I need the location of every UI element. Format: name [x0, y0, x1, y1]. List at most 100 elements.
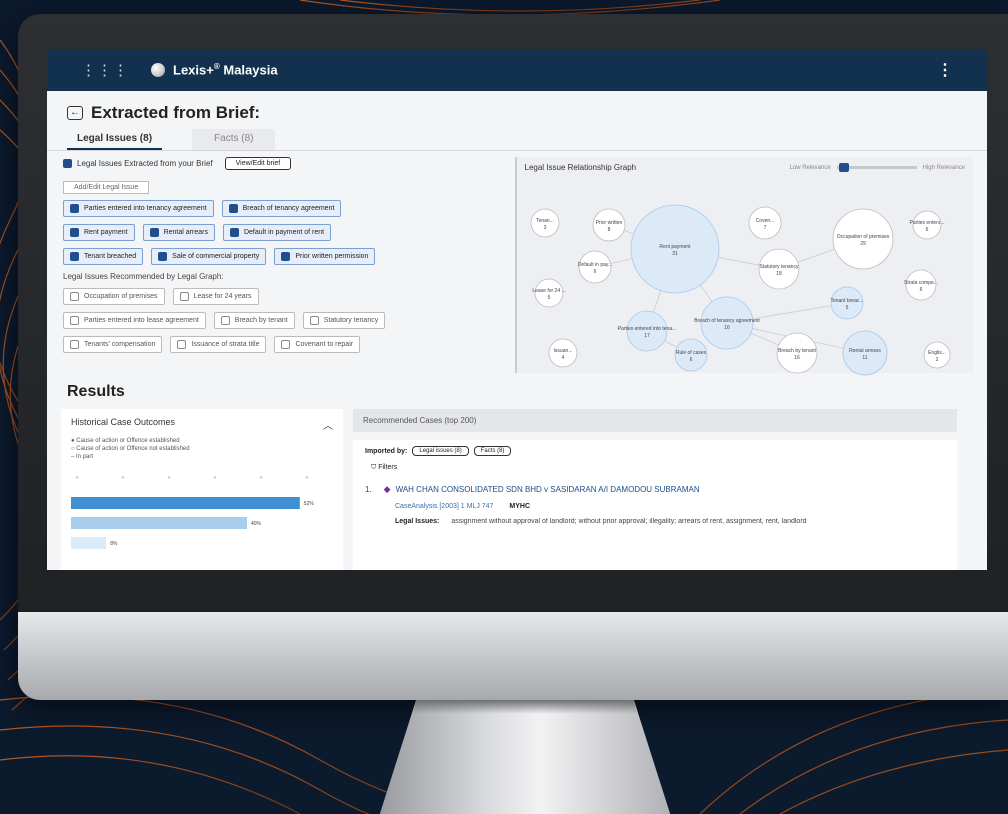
chip-row: Parties entered into tenancy agreement Br… [63, 200, 503, 217]
case-number: 1. [365, 485, 372, 494]
issue-checkbox[interactable] [309, 316, 319, 325]
relevance-slider[interactable] [836, 163, 917, 172]
graph-node-label: Breach of tenancy agreement [694, 318, 760, 324]
graph-node[interactable]: Prior written8 [592, 208, 625, 242]
recommended-issue-chip[interactable]: Tenants' compensation [63, 336, 163, 353]
graph-node[interactable]: Englis...2 [923, 341, 950, 369]
outcome-bar[interactable] [71, 497, 300, 509]
graph-node-count: 6 [925, 227, 928, 233]
facts-pill[interactable]: Facts (8) [473, 446, 512, 456]
cases-list: Imported by: Legal issues (8) Facts (8) … [353, 440, 957, 570]
graph-node[interactable]: Parties enters...6 [909, 210, 944, 240]
graph-node[interactable]: Tenant breac...5 [830, 286, 863, 320]
filters-button[interactable]: ⛉ Filters [371, 464, 945, 472]
relevance-slider-group: Low Relevance High Relevance [790, 163, 965, 172]
recommended-issue-chip[interactable]: Occupation of premises [63, 288, 165, 305]
chip-row: Occupation of premises Lease for 24 years [63, 288, 503, 305]
graph-node-count: 16 [794, 355, 800, 361]
graph-node[interactable]: Rental arrears11 [842, 330, 887, 376]
recommended-issue-chip[interactable]: Parties entered into lease agreement [63, 312, 206, 329]
issue-checkbox[interactable] [70, 292, 79, 301]
issue-checkbox[interactable] [179, 292, 189, 301]
recommended-cases-tab[interactable]: Recommended Cases (top 200) [353, 409, 957, 432]
graph-node[interactable]: Default in pay...6 [577, 250, 612, 284]
graph-node[interactable]: Breach of tenancy agreement16 [694, 296, 760, 350]
apps-grid-icon[interactable]: ⋮⋮⋮ [81, 61, 129, 79]
slider-knob[interactable] [838, 163, 849, 172]
issue-checkbox[interactable] [149, 228, 159, 237]
extracted-issue-chip[interactable]: Parties entered into tenancy agreement [63, 200, 214, 217]
recommended-issue-chip[interactable]: Lease for 24 years [172, 288, 259, 305]
graph-node[interactable]: Statutory tenancy18 [758, 248, 799, 290]
graph-node[interactable]: Tenan...3 [530, 208, 559, 238]
issue-checkbox[interactable] [70, 204, 79, 213]
extracted-issue-chip[interactable]: Sale of commercial property [151, 248, 267, 265]
tab-facts[interactable]: Facts (8) [192, 129, 276, 150]
case-row[interactable]: 1. ◆ WAH CHAN CONSOLIDATED SDN BHD v SAS… [365, 484, 945, 495]
extracted-issue-chip[interactable]: Breach of tenancy agreement [221, 200, 342, 217]
graph-node[interactable]: Parties entered into tena...17 [617, 310, 676, 352]
graph-node[interactable]: Issuan...4 [548, 338, 577, 368]
issue-checkbox[interactable] [229, 228, 239, 237]
graph-node-label: Rent payment [659, 244, 691, 250]
graph-node[interactable]: Occupation of premises29 [832, 208, 893, 270]
recommended-issue-chip[interactable]: Statutory tenancy [302, 312, 386, 329]
graph-node-count: 5 [547, 295, 550, 301]
monitor-chin [18, 612, 1008, 700]
add-edit-legal-issue-button[interactable]: Add/Edit Legal Issue [63, 181, 150, 194]
graph-node[interactable]: Coven...7 [748, 206, 781, 240]
issue-checkbox[interactable] [70, 316, 79, 325]
issue-label: Tenants' compensation [84, 341, 156, 348]
graph-node-label: Rental arrears [849, 348, 881, 354]
case-meta: CaseAnalysis [2003] 1 MLJ 747 MYHC [395, 503, 945, 510]
outcomes-title: Historical Case Outcomes [71, 417, 176, 427]
issue-checkbox[interactable] [70, 228, 79, 237]
outcome-bar-label: 40% [251, 521, 262, 527]
graph-node[interactable]: Lease for 24 ...5 [532, 278, 565, 308]
legal-issues-pill[interactable]: Legal issues (8) [412, 446, 469, 456]
extracted-issues: Parties entered into tenancy agreement Br… [63, 200, 503, 265]
collapse-caret-icon[interactable]: ︿ [323, 417, 333, 432]
tab-legal-issues[interactable]: Legal Issues (8) [67, 129, 163, 150]
graph-node-count: 16 [724, 325, 730, 331]
outcomes-header: Historical Case Outcomes ︿ [71, 417, 333, 432]
recommended-issue-chip[interactable]: Covenant to repair [274, 336, 361, 353]
extracted-issue-chip[interactable]: Prior written permission [274, 248, 376, 265]
recommended-issue-chip[interactable]: Breach by tenant [213, 312, 295, 329]
graph-node-count: 6 [689, 357, 692, 363]
issue-checkbox[interactable] [228, 204, 238, 213]
tick-mark: + [76, 475, 79, 481]
case-title-link[interactable]: WAH CHAN CONSOLIDATED SDN BHD v SASIDARA… [396, 485, 700, 494]
issue-checkbox[interactable] [281, 252, 291, 261]
extracted-issue-chip[interactable]: Tenant breached [63, 248, 144, 265]
more-menu-icon[interactable]: ⋮ [937, 60, 953, 80]
legend-in-part: – In part [71, 454, 94, 460]
outcome-bar[interactable] [71, 517, 247, 529]
case-citation-link[interactable]: CaseAnalysis [2003] 1 MLJ 747 [395, 503, 493, 510]
extracted-issue-chip[interactable]: Rent payment [63, 224, 135, 241]
recommended-issue-chip[interactable]: Issuance of strata title [170, 336, 267, 353]
relationship-graph: Rent payment31 Occupation of premises29 Br… [530, 204, 950, 376]
extracted-issue-chip[interactable]: Default in payment of rent [222, 224, 332, 241]
issue-checkbox[interactable] [158, 252, 168, 261]
graph-node[interactable]: Breach by tenant16 [776, 332, 817, 374]
issue-checkbox[interactable] [70, 340, 79, 349]
back-arrow-icon[interactable]: ← [67, 106, 83, 120]
brand-name[interactable]: Lexis+® Malaysia [173, 62, 278, 77]
chip-row: Tenants' compensation Issuance of strata … [63, 336, 503, 353]
issue-checkbox[interactable] [281, 340, 291, 349]
graph-node[interactable]: Strata compe...6 [904, 269, 938, 301]
issue-checkbox[interactable] [177, 340, 187, 349]
extracted-issue-chip[interactable]: Rental arrears [142, 224, 215, 241]
brand-region: Malaysia [223, 62, 278, 78]
issue-checkbox[interactable] [70, 252, 79, 261]
view-edit-brief-button[interactable]: View/Edit brief [224, 157, 292, 170]
chip-row: Parties entered into lease agreement Brea… [63, 312, 503, 329]
issues-checkbox[interactable] [63, 159, 72, 168]
issue-checkbox[interactable] [220, 316, 230, 325]
top-bar: ⋮⋮⋮ Lexis+® Malaysia ⋮ [47, 49, 987, 91]
outcome-bar[interactable] [71, 537, 107, 549]
graph-node[interactable]: Rent payment31 [630, 204, 719, 294]
graph-node[interactable]: Rule of cases6 [674, 338, 707, 372]
issues-header-text: Legal Issues Extracted from your Brief [77, 159, 213, 168]
